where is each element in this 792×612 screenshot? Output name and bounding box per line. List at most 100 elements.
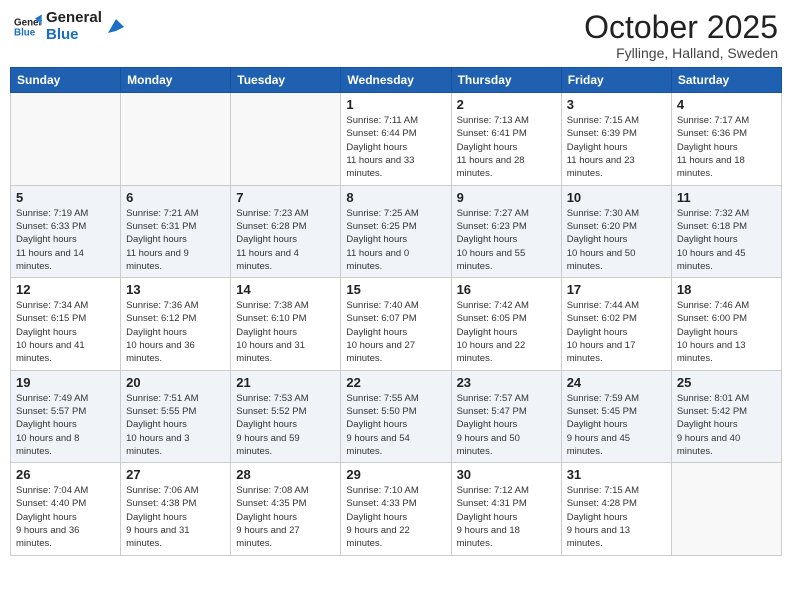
- day-number: 4: [677, 97, 776, 112]
- calendar-table: SundayMondayTuesdayWednesdayThursdayFrid…: [10, 67, 782, 555]
- day-info: Sunrise: 7:49 AMSunset: 5:57 PMDaylight …: [16, 392, 115, 458]
- calendar-week-row: 12 Sunrise: 7:34 AMSunset: 6:15 PMDayligh…: [11, 278, 782, 370]
- calendar-cell: 6 Sunrise: 7:21 AMSunset: 6:31 PMDaylight…: [121, 185, 231, 277]
- day-number: 20: [126, 375, 225, 390]
- calendar-cell: 18Sunrise: 7:46 AMSunset: 6:00 PMDayligh…: [671, 278, 781, 370]
- col-header-monday: Monday: [121, 68, 231, 93]
- calendar-cell: 3 Sunrise: 7:15 AMSunset: 6:39 PMDaylight…: [561, 93, 671, 185]
- calendar-cell: 2Sunrise: 7:13 AMSunset: 6:41 PMDaylight…: [451, 93, 561, 185]
- location-subtitle: Fyllinge, Halland, Sweden: [584, 45, 778, 61]
- day-number: 18: [677, 282, 776, 297]
- calendar-cell: 13Sunrise: 7:36 AMSunset: 6:12 PMDayligh…: [121, 278, 231, 370]
- day-number: 24: [567, 375, 666, 390]
- day-number: 7: [236, 190, 335, 205]
- day-number: 28: [236, 467, 335, 482]
- calendar-cell: 19 Sunrise: 7:49 AMSunset: 5:57 PMDayligh…: [11, 370, 121, 462]
- day-info: Sunrise: 8:01 AMSunset: 5:42 PMDaylight …: [677, 392, 776, 458]
- calendar-cell: [11, 93, 121, 185]
- day-info: Sunrise: 7:38 AMSunset: 6:10 PMDaylight …: [236, 299, 335, 365]
- day-number: 13: [126, 282, 225, 297]
- day-number: 21: [236, 375, 335, 390]
- calendar-header-row: SundayMondayTuesdayWednesdayThursdayFrid…: [11, 68, 782, 93]
- calendar-cell: 21Sunrise: 7:53 AMSunset: 5:52 PMDayligh…: [231, 370, 341, 462]
- logo-blue: Blue: [46, 27, 102, 44]
- calendar-cell: 29Sunrise: 7:10 AMSunset: 4:33 PMDayligh…: [341, 463, 451, 555]
- calendar-cell: 23 Sunrise: 7:57 AMSunset: 5:47 PMDayligh…: [451, 370, 561, 462]
- calendar-cell: 25 Sunrise: 8:01 AMSunset: 5:42 PMDayligh…: [671, 370, 781, 462]
- day-info: Sunrise: 7:51 AMSunset: 5:55 PMDaylight …: [126, 392, 225, 458]
- day-number: 15: [346, 282, 445, 297]
- calendar-cell: 5 Sunrise: 7:19 AMSunset: 6:33 PMDaylight…: [11, 185, 121, 277]
- calendar-week-row: 1 Sunrise: 7:11 AMSunset: 6:44 PMDaylight…: [11, 93, 782, 185]
- logo-arrow-icon: [106, 17, 126, 37]
- col-header-saturday: Saturday: [671, 68, 781, 93]
- col-header-wednesday: Wednesday: [341, 68, 451, 93]
- day-number: 14: [236, 282, 335, 297]
- day-info: Sunrise: 7:23 AMSunset: 6:28 PMDaylight …: [236, 207, 335, 273]
- day-number: 27: [126, 467, 225, 482]
- day-info: Sunrise: 7:55 AMSunset: 5:50 PMDaylight …: [346, 392, 445, 458]
- month-title: October 2025: [584, 10, 778, 45]
- day-info: Sunrise: 7:04 AMSunset: 4:40 PMDaylight …: [16, 484, 115, 550]
- day-number: 8: [346, 190, 445, 205]
- day-number: 25: [677, 375, 776, 390]
- col-header-thursday: Thursday: [451, 68, 561, 93]
- day-number: 1: [346, 97, 445, 112]
- calendar-cell: 8Sunrise: 7:25 AMSunset: 6:25 PMDaylight…: [341, 185, 451, 277]
- calendar-cell: 7 Sunrise: 7:23 AMSunset: 6:28 PMDaylight…: [231, 185, 341, 277]
- day-number: 2: [457, 97, 556, 112]
- calendar-cell: [121, 93, 231, 185]
- day-number: 16: [457, 282, 556, 297]
- calendar-cell: 17Sunrise: 7:44 AMSunset: 6:02 PMDayligh…: [561, 278, 671, 370]
- day-info: Sunrise: 7:08 AMSunset: 4:35 PMDaylight …: [236, 484, 335, 550]
- day-info: Sunrise: 7:59 AMSunset: 5:45 PMDaylight …: [567, 392, 666, 458]
- day-info: Sunrise: 7:42 AMSunset: 6:05 PMDaylight …: [457, 299, 556, 365]
- col-header-tuesday: Tuesday: [231, 68, 341, 93]
- day-info: Sunrise: 7:27 AMSunset: 6:23 PMDaylight …: [457, 207, 556, 273]
- day-number: 10: [567, 190, 666, 205]
- day-info: Sunrise: 7:11 AMSunset: 6:44 PMDaylight …: [346, 114, 445, 180]
- day-number: 31: [567, 467, 666, 482]
- calendar-cell: 10 Sunrise: 7:30 AMSunset: 6:20 PMDayligh…: [561, 185, 671, 277]
- day-info: Sunrise: 7:15 AMSunset: 6:39 PMDaylight …: [567, 114, 666, 180]
- day-info: Sunrise: 7:19 AMSunset: 6:33 PMDaylight …: [16, 207, 115, 273]
- calendar-cell: 30Sunrise: 7:12 AMSunset: 4:31 PMDayligh…: [451, 463, 561, 555]
- logo: General Blue General Blue: [14, 10, 126, 43]
- logo-general: General: [46, 10, 102, 27]
- calendar-cell: 22 Sunrise: 7:55 AMSunset: 5:50 PMDayligh…: [341, 370, 451, 462]
- calendar-cell: 20 Sunrise: 7:51 AMSunset: 5:55 PMDayligh…: [121, 370, 231, 462]
- day-number: 3: [567, 97, 666, 112]
- calendar-cell: 12 Sunrise: 7:34 AMSunset: 6:15 PMDayligh…: [11, 278, 121, 370]
- day-info: Sunrise: 7:57 AMSunset: 5:47 PMDaylight …: [457, 392, 556, 458]
- day-number: 9: [457, 190, 556, 205]
- day-info: Sunrise: 7:34 AMSunset: 6:15 PMDaylight …: [16, 299, 115, 365]
- day-info: Sunrise: 7:15 AMSunset: 4:28 PMDaylight …: [567, 484, 666, 550]
- day-info: Sunrise: 7:17 AMSunset: 6:36 PMDaylight …: [677, 114, 776, 180]
- calendar-cell: 26 Sunrise: 7:04 AMSunset: 4:40 PMDayligh…: [11, 463, 121, 555]
- day-number: 6: [126, 190, 225, 205]
- calendar-cell: 1 Sunrise: 7:11 AMSunset: 6:44 PMDaylight…: [341, 93, 451, 185]
- day-number: 23: [457, 375, 556, 390]
- day-number: 17: [567, 282, 666, 297]
- day-number: 5: [16, 190, 115, 205]
- day-number: 22: [346, 375, 445, 390]
- calendar-cell: 15 Sunrise: 7:40 AMSunset: 6:07 PMDayligh…: [341, 278, 451, 370]
- col-header-sunday: Sunday: [11, 68, 121, 93]
- logo-icon: General Blue: [14, 13, 42, 41]
- calendar-week-row: 19 Sunrise: 7:49 AMSunset: 5:57 PMDayligh…: [11, 370, 782, 462]
- day-info: Sunrise: 7:40 AMSunset: 6:07 PMDaylight …: [346, 299, 445, 365]
- day-info: Sunrise: 7:21 AMSunset: 6:31 PMDaylight …: [126, 207, 225, 273]
- day-info: Sunrise: 7:30 AMSunset: 6:20 PMDaylight …: [567, 207, 666, 273]
- day-number: 11: [677, 190, 776, 205]
- day-info: Sunrise: 7:10 AMSunset: 4:33 PMDaylight …: [346, 484, 445, 550]
- day-number: 26: [16, 467, 115, 482]
- svg-text:Blue: Blue: [14, 27, 36, 38]
- calendar-cell: [671, 463, 781, 555]
- day-number: 19: [16, 375, 115, 390]
- calendar-cell: 24 Sunrise: 7:59 AMSunset: 5:45 PMDayligh…: [561, 370, 671, 462]
- calendar-cell: 11Sunrise: 7:32 AMSunset: 6:18 PMDayligh…: [671, 185, 781, 277]
- calendar-cell: 28 Sunrise: 7:08 AMSunset: 4:35 PMDayligh…: [231, 463, 341, 555]
- calendar-cell: 4 Sunrise: 7:17 AMSunset: 6:36 PMDaylight…: [671, 93, 781, 185]
- day-number: 12: [16, 282, 115, 297]
- day-info: Sunrise: 7:06 AMSunset: 4:38 PMDaylight …: [126, 484, 225, 550]
